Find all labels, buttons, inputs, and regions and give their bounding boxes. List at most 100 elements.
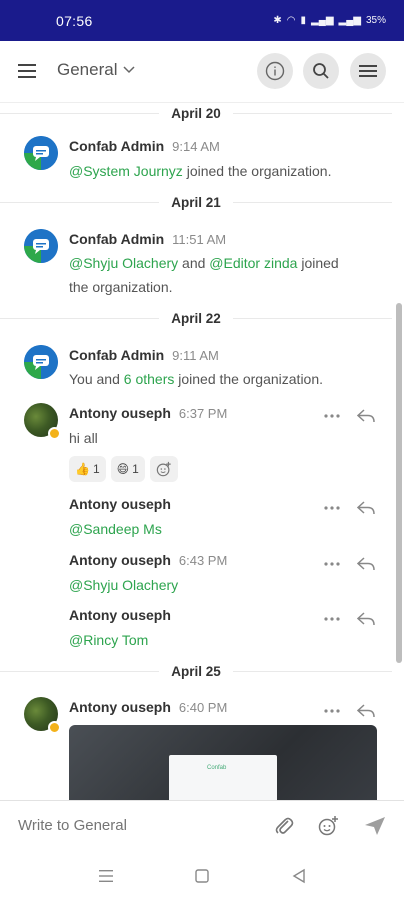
info-icon — [265, 61, 285, 81]
message-body: @Sandeep Ms — [69, 517, 359, 541]
mention-link[interactable]: @Rincy Tom — [69, 632, 148, 648]
more-options-button[interactable] — [322, 408, 342, 424]
reply-button[interactable] — [356, 408, 376, 424]
sender-name[interactable]: Antony ouseph — [69, 496, 171, 512]
reaction-chip[interactable]: 👍 1 — [69, 456, 106, 482]
more-horizontal-icon — [324, 506, 340, 510]
mention-link[interactable]: @Shyju Olachery — [69, 255, 178, 271]
message-list[interactable]: April 20 Confab Admin 9:14 AM @System Jou… — [0, 103, 404, 800]
recents-button[interactable] — [97, 867, 115, 885]
message-time: 11:51 AM — [172, 232, 227, 247]
emoji-icon — [318, 816, 338, 836]
home-button[interactable] — [193, 867, 211, 885]
message-item: Confab Admin 11:51 AM @Shyju Olachery and… — [0, 227, 392, 303]
message-item: Antony ouseph @Rincy Tom — [0, 604, 392, 652]
date-separator: April 20 — [0, 103, 392, 123]
message-body: @Rincy Tom — [69, 628, 359, 652]
message-time: 6:43 PM — [178, 553, 228, 568]
message-actions — [322, 500, 376, 516]
info-button[interactable] — [257, 53, 293, 89]
reactions-row: 👍 1 😄 1 — [69, 456, 178, 482]
sender-name[interactable]: Confab Admin 9:11 AM — [69, 347, 219, 363]
message-body: @Shyju Olachery — [69, 573, 359, 597]
signal-2-icon: ▂▄▆ — [338, 15, 361, 26]
more-horizontal-icon — [324, 709, 340, 713]
message-body: hi all — [69, 430, 98, 446]
message-body: @System Journyz joined the organization. — [69, 163, 332, 179]
grin-icon: 😄 — [116, 462, 130, 476]
more-horizontal-icon — [324, 414, 340, 418]
reply-button[interactable] — [356, 500, 376, 516]
scrollbar[interactable] — [396, 303, 402, 663]
send-button[interactable] — [364, 815, 386, 837]
recents-icon — [99, 870, 113, 882]
chat-bubble-icon — [24, 345, 58, 379]
battery-label: 35% — [365, 15, 386, 26]
message-body: You and 6 others joined the organization… — [69, 371, 324, 387]
avatar[interactable] — [24, 403, 61, 440]
message-item: Confab Admin 9:11 AM You and 6 others joi… — [0, 343, 392, 395]
more-options-button[interactable] — [322, 611, 342, 627]
reply-button[interactable] — [356, 611, 376, 627]
attach-button[interactable] — [273, 815, 295, 837]
reaction-chip[interactable]: 😄 1 — [110, 456, 145, 482]
document-preview: Confab — [169, 755, 277, 800]
message-actions — [322, 556, 376, 572]
more-menu-icon — [359, 65, 377, 77]
avatar[interactable] — [24, 229, 58, 263]
mention-link[interactable]: @Shyju Olachery — [69, 577, 178, 593]
reply-icon — [357, 557, 375, 571]
channel-name: General — [57, 60, 118, 79]
message-time: 9:14 AM — [172, 139, 220, 154]
message-item: Antony ouseph 6:37 PM hi all 👍 1 😄 1 — [0, 400, 392, 485]
sender-name[interactable]: Confab Admin 11:51 AM — [69, 231, 226, 247]
reply-button[interactable] — [356, 556, 376, 572]
more-options-button[interactable] — [322, 703, 342, 719]
others-link[interactable]: 6 others — [124, 371, 175, 387]
menu-button[interactable] — [16, 60, 38, 82]
date-separator: April 21 — [0, 192, 392, 212]
menu-icon — [18, 64, 36, 78]
sender-name[interactable]: Antony ouseph 6:37 PM — [69, 405, 227, 421]
back-button[interactable] — [290, 867, 308, 885]
message-item: Antony ouseph 6:43 PM @Shyju Olachery — [0, 549, 392, 597]
more-options-button[interactable] — [322, 556, 342, 572]
reply-icon — [357, 612, 375, 626]
sender-name[interactable]: Antony ouseph 6:43 PM — [69, 552, 227, 568]
reply-button[interactable] — [356, 703, 376, 719]
message-time: 6:37 PM — [178, 406, 228, 421]
add-reaction-button[interactable] — [149, 456, 178, 482]
message-actions — [322, 611, 376, 627]
message-time: 6:40 PM — [178, 700, 228, 715]
mention-link[interactable]: @Editor zinda — [209, 255, 297, 271]
avatar[interactable] — [24, 697, 61, 734]
sender-name[interactable]: Antony ouseph — [69, 607, 171, 623]
sender-name[interactable]: Confab Admin 9:14 AM — [69, 138, 220, 154]
search-button[interactable] — [303, 53, 339, 89]
home-icon — [195, 869, 209, 883]
reply-icon — [357, 501, 375, 515]
emoji-button[interactable] — [317, 815, 339, 837]
date-separator: April 25 — [0, 661, 392, 681]
more-horizontal-icon — [324, 562, 340, 566]
attach-icon — [275, 817, 294, 834]
message-item: Confab Admin 9:14 AM @System Journyz join… — [0, 133, 392, 185]
mention-link[interactable]: @Sandeep Ms — [69, 521, 162, 537]
message-input[interactable] — [18, 817, 248, 834]
signal-icon: ▂▄▆ — [311, 15, 334, 26]
add-reaction-icon — [156, 461, 171, 477]
system-nav-bar — [0, 850, 404, 900]
more-menu-button[interactable] — [350, 53, 386, 89]
channel-selector[interactable]: General — [57, 60, 136, 80]
more-options-button[interactable] — [322, 500, 342, 516]
date-separator: April 22 — [0, 308, 392, 328]
mention-link[interactable]: @System Journyz — [69, 163, 183, 179]
image-attachment[interactable]: Confab — [69, 725, 377, 800]
search-icon — [313, 63, 329, 79]
sender-name[interactable]: Antony ouseph 6:40 PM — [69, 699, 227, 715]
avatar[interactable] — [24, 345, 58, 379]
message-item: Antony ouseph @Sandeep Ms — [0, 493, 392, 541]
avatar[interactable] — [24, 136, 58, 170]
status-badge — [48, 427, 61, 440]
status-time: 07:56 — [56, 12, 93, 29]
